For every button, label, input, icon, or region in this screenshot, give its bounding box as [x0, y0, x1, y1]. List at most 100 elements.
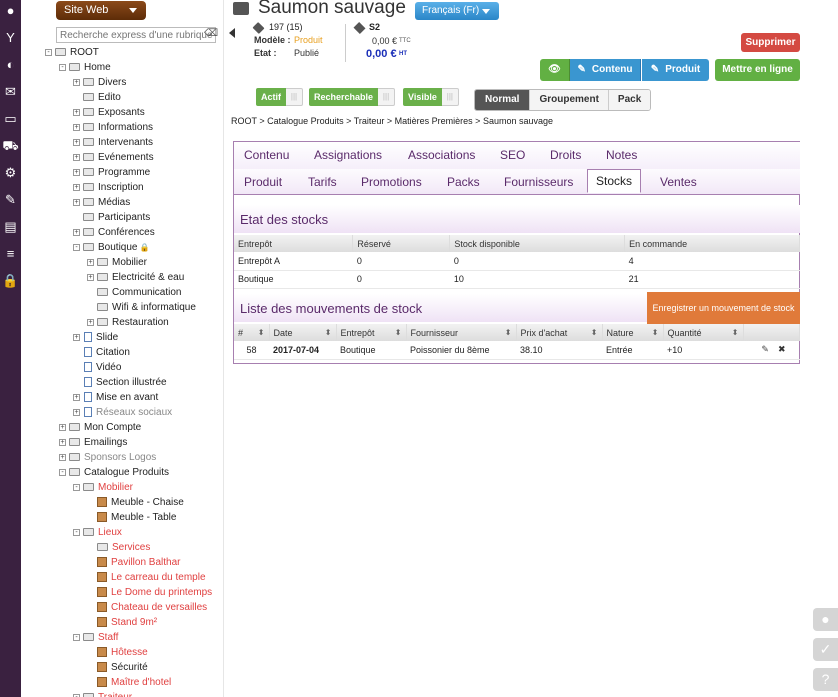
tree-node[interactable]: + Intervenants	[21, 135, 223, 150]
tree-node[interactable]: + Emailings	[21, 435, 223, 450]
expand-icon[interactable]: +	[73, 108, 80, 116]
movement-column-header[interactable]: Nature ⬍	[602, 324, 664, 341]
collapse-icon[interactable]: -	[59, 468, 66, 476]
expand-icon[interactable]: +	[73, 153, 80, 161]
expand-icon[interactable]: +	[87, 258, 94, 266]
tree-node[interactable]: Citation	[21, 345, 223, 360]
expand-icon[interactable]: +	[87, 318, 94, 326]
cogs-icon[interactable]: ⚙	[0, 163, 21, 190]
view-button[interactable]: 👁	[540, 59, 570, 81]
tree-node[interactable]: + Electricité & eau	[21, 270, 223, 285]
tree-node[interactable]: + Divers	[21, 75, 223, 90]
tree-node[interactable]: Chateau de versailles	[21, 600, 223, 615]
tab-promotions[interactable]: Promotions	[361, 175, 422, 189]
expand-icon[interactable]: +	[73, 333, 80, 341]
tab-ventes[interactable]: Ventes	[660, 175, 697, 189]
expand-icon[interactable]: +	[87, 273, 94, 281]
tab-fournisseurs[interactable]: Fournisseurs	[504, 175, 573, 189]
toggle-actif[interactable]: Actif |||	[256, 88, 303, 106]
expand-icon[interactable]: +	[73, 228, 80, 236]
movement-column-header[interactable]: # ⬍	[234, 324, 270, 341]
clear-search-icon[interactable]: ⌫	[204, 28, 218, 39]
tree-node[interactable]: Sécurité	[21, 660, 223, 675]
tree-node[interactable]: + Mon Compte	[21, 420, 223, 435]
tree-node[interactable]: - Boutique 🔒	[21, 240, 223, 255]
cocktail-icon[interactable]: Y	[0, 28, 21, 55]
expand-icon[interactable]: +	[73, 408, 80, 416]
expand-icon[interactable]: +	[73, 183, 80, 191]
lock-icon[interactable]: 🔒	[0, 271, 21, 298]
tab-notes[interactable]: Notes	[606, 148, 637, 162]
edit-produit-button[interactable]: ✎ Produit	[642, 59, 709, 81]
edit-icon[interactable]: ✎	[761, 344, 769, 354]
tree-node[interactable]: -Traiteur	[21, 690, 223, 697]
globe-icon[interactable]: ●	[813, 608, 838, 631]
tree-node[interactable]: - Staff	[21, 630, 223, 645]
expand-icon[interactable]: +	[59, 423, 66, 431]
mode-pack[interactable]: Pack	[607, 90, 651, 110]
tree-node[interactable]: - ROOT	[21, 45, 223, 60]
collapse-icon[interactable]: -	[45, 48, 52, 56]
tab-seo[interactable]: SEO	[500, 148, 525, 162]
site-web-dropdown[interactable]: Site Web	[56, 1, 146, 20]
tree-node[interactable]: + Mobilier	[21, 255, 223, 270]
sort-icon[interactable]: ⬍	[325, 328, 332, 337]
language-dropdown[interactable]: Français (Fr)	[415, 2, 499, 20]
list-icon[interactable]: ≡	[0, 244, 21, 271]
tree-node[interactable]: + Réseaux sociaux	[21, 405, 223, 420]
tree-node[interactable]: Vidéo	[21, 360, 223, 375]
tree-node[interactable]: + Conférences	[21, 225, 223, 240]
toggle-recherchable[interactable]: Recherchable |||	[309, 88, 396, 106]
tab-tarifs[interactable]: Tarifs	[308, 175, 337, 189]
tree-node[interactable]: Meuble - Chaise	[21, 495, 223, 510]
movement-column-header[interactable]: Entrepôt ⬍	[336, 324, 407, 341]
tab-produit[interactable]: Produit	[244, 175, 282, 189]
tree-node[interactable]: - Home	[21, 60, 223, 75]
toggle-visible[interactable]: Visible |||	[403, 88, 459, 106]
tab-droits[interactable]: Droits	[550, 148, 581, 162]
wrench-icon[interactable]: ✎	[0, 190, 21, 217]
tree-node[interactable]: Stand 9m²	[21, 615, 223, 630]
collapse-icon[interactable]: -	[59, 63, 66, 71]
tree-node[interactable]: + Slide	[21, 330, 223, 345]
mode-groupement[interactable]: Groupement	[529, 90, 608, 110]
movement-column-header[interactable]: Fournisseur ⬍	[406, 324, 517, 341]
tree-node[interactable]: + Inscription	[21, 180, 223, 195]
tree-node[interactable]: Communication	[21, 285, 223, 300]
tree-node[interactable]: Maître d'hotel	[21, 675, 223, 690]
tree-node[interactable]: + Programme	[21, 165, 223, 180]
tree-node[interactable]: Hôtesse	[21, 645, 223, 660]
tree-search-input[interactable]	[56, 27, 216, 43]
sort-icon[interactable]: ⬍	[395, 328, 402, 337]
expand-icon[interactable]: +	[59, 438, 66, 446]
tree-node[interactable]: - Mobilier	[21, 480, 223, 495]
tree-node[interactable]: + Mise en avant	[21, 390, 223, 405]
tree-node[interactable]: Wifi & informatique	[21, 300, 223, 315]
sort-icon[interactable]: ⬍	[505, 328, 512, 337]
tab-stocks[interactable]: Stocks	[587, 169, 642, 193]
tree-node[interactable]: + Restauration	[21, 315, 223, 330]
delete-button[interactable]: Supprimer	[741, 33, 800, 52]
tree-node[interactable]: Services	[21, 540, 223, 555]
tab-packs[interactable]: Packs	[447, 175, 480, 189]
tree-node[interactable]: + Informations	[21, 120, 223, 135]
sort-icon[interactable]: ⬍	[652, 328, 659, 337]
tree-node[interactable]: Pavillon Balthar	[21, 555, 223, 570]
cart-icon[interactable]: ⛟	[0, 136, 21, 163]
tree-node[interactable]: + Exposants	[21, 105, 223, 120]
sort-icon[interactable]: ⬍	[591, 328, 598, 337]
expand-icon[interactable]: +	[73, 393, 80, 401]
collapse-icon[interactable]: -	[73, 243, 80, 251]
movement-column-header[interactable]: Prix d'achat ⬍	[516, 324, 603, 341]
tree-node[interactable]: - Catalogue Produits	[21, 465, 223, 480]
collapse-icon[interactable]: -	[73, 528, 80, 536]
tree-node[interactable]: - Lieux	[21, 525, 223, 540]
collapse-icon[interactable]: -	[73, 633, 80, 641]
expand-icon[interactable]: +	[73, 138, 80, 146]
mode-normal[interactable]: Normal	[475, 90, 530, 110]
sort-icon[interactable]: ⬍	[732, 328, 739, 337]
expand-icon[interactable]: +	[73, 78, 80, 86]
tab-contenu[interactable]: Contenu	[244, 148, 289, 162]
tree-node[interactable]: Participants	[21, 210, 223, 225]
back-arrow-icon[interactable]	[229, 28, 235, 38]
